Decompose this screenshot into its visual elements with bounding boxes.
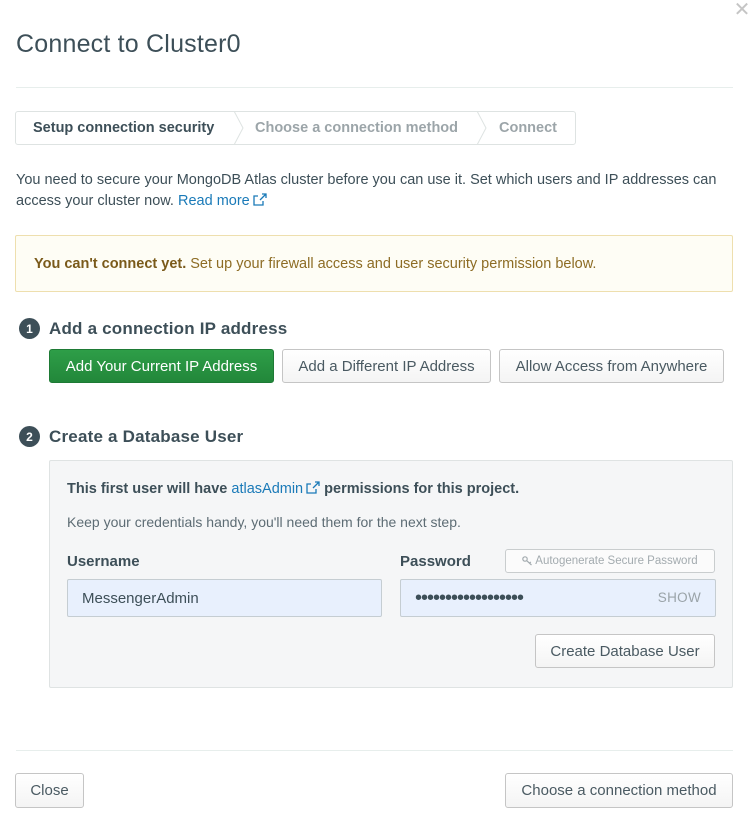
alert-bold: You can't connect yet.: [34, 255, 187, 272]
atlas-admin-link[interactable]: atlasAdmin: [231, 481, 320, 497]
credentials-hint: Keep your credentials handy, you'll need…: [67, 514, 461, 530]
intro-text: You need to secure your MongoDB Atlas cl…: [16, 170, 736, 212]
connection-warning-alert: You can't connect yet. Set up your firew…: [15, 235, 733, 292]
footer-divider: [16, 750, 733, 751]
step-label: Setup connection security: [33, 120, 215, 136]
close-button[interactable]: Close: [15, 773, 84, 808]
step-number-badge: 2: [19, 426, 40, 447]
alert-text: Set up your firewall access and user sec…: [190, 255, 597, 272]
password-label: Password: [400, 553, 471, 570]
read-more-link[interactable]: Read more: [178, 193, 267, 209]
section-title: Add a connection IP address: [49, 318, 288, 338]
step-label: Connect: [499, 120, 557, 136]
create-database-user-button[interactable]: Create Database User: [535, 634, 715, 668]
autogenerate-password-button[interactable]: Autogenerate Secure Password: [505, 549, 715, 573]
username-label: Username: [67, 553, 140, 570]
user-permission-info: This first user will have atlasAdmin per…: [67, 481, 519, 497]
read-more-label: Read more: [178, 193, 250, 209]
add-different-ip-button[interactable]: Add a Different IP Address: [282, 349, 491, 383]
modal-title: Connect to Cluster0: [16, 30, 241, 58]
step-connect[interactable]: Connect: [481, 112, 557, 144]
wizard-steps: Setup connection security Choose a conne…: [15, 111, 576, 145]
key-icon: [522, 556, 533, 566]
section-title: Create a Database User: [49, 426, 244, 446]
section-ip-heading: 1 Add a connection IP address: [19, 318, 287, 339]
step-setup-security[interactable]: Setup connection security: [16, 111, 244, 145]
atlas-admin-label: atlasAdmin: [231, 481, 304, 497]
section-db-user-heading: 2 Create a Database User: [19, 426, 243, 447]
password-field[interactable]: •••••••••••••••••• SHOW: [400, 579, 716, 617]
show-password-toggle[interactable]: SHOW: [658, 590, 701, 605]
add-current-ip-button[interactable]: Add Your Current IP Address: [49, 349, 274, 383]
external-link-icon: [306, 481, 320, 494]
header-divider: [16, 87, 733, 88]
username-value: MessengerAdmin: [82, 589, 199, 607]
allow-access-anywhere-button[interactable]: Allow Access from Anywhere: [499, 349, 724, 383]
intro-body: You need to secure your MongoDB Atlas cl…: [16, 172, 717, 209]
info-suffix: permissions for this project.: [324, 481, 520, 497]
password-value: ••••••••••••••••••: [415, 587, 524, 609]
step-label: Choose a connection method: [255, 120, 459, 136]
autogenerate-label: Autogenerate Secure Password: [535, 555, 698, 567]
info-prefix: This first user will have: [67, 481, 228, 497]
choose-connection-method-button[interactable]: Choose a connection method: [505, 773, 733, 808]
username-field[interactable]: MessengerAdmin: [67, 579, 382, 617]
external-link-icon: [253, 193, 267, 206]
step-number-badge: 1: [19, 318, 40, 339]
close-icon[interactable]: ✕: [733, 0, 751, 20]
step-choose-method[interactable]: Choose a connection method: [238, 111, 487, 145]
db-user-panel: This first user will have atlasAdmin per…: [49, 460, 733, 688]
